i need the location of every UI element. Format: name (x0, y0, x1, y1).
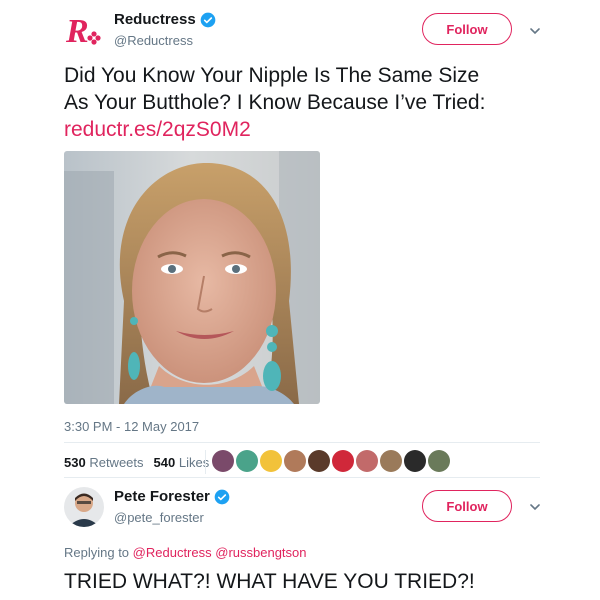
tweet-text-line2: As Your Butthole? I Know Because I’ve Tr… (64, 91, 486, 114)
liker-avatar[interactable] (332, 450, 354, 472)
divider (205, 450, 206, 474)
author-handle[interactable]: @Reductress (114, 33, 193, 48)
tweet-link[interactable]: reductr.es/2qzS0M2 (64, 116, 544, 143)
liker-avatar[interactable] (236, 450, 258, 472)
chevron-down-icon[interactable] (528, 24, 542, 38)
follow-button[interactable]: Follow (422, 490, 512, 522)
likers-avatars (212, 450, 450, 472)
replying-prefix: Replying to (64, 545, 130, 560)
retweets-count[interactable]: 530 (64, 455, 86, 470)
retweets-stat[interactable]: 530 Retweets (64, 455, 144, 470)
liker-avatar[interactable] (356, 450, 378, 472)
divider (64, 477, 540, 478)
liker-avatar[interactable] (404, 450, 426, 472)
reductress-logo[interactable]: R (64, 10, 104, 50)
likes-count[interactable]: 540 (154, 455, 176, 470)
verified-icon (214, 489, 230, 504)
mention-link[interactable]: @russbengtson (215, 545, 306, 560)
author-name[interactable]: Reductress (114, 11, 216, 28)
liker-avatar[interactable] (212, 450, 234, 472)
verified-icon (200, 12, 216, 27)
follow-button[interactable]: Follow (422, 13, 512, 45)
liker-avatar[interactable] (284, 450, 306, 472)
liker-avatar[interactable] (308, 450, 330, 472)
reply-author-handle[interactable]: @pete_forester (114, 510, 204, 525)
tweet-photo[interactable] (64, 151, 320, 404)
liker-avatar[interactable] (380, 450, 402, 472)
tweet-timestamp[interactable]: 3:30 PM - 12 May 2017 (64, 419, 199, 434)
tweet-text-line1: Did You Know Your Nipple Is The Same Siz… (64, 64, 480, 87)
author-name-text[interactable]: Reductress (114, 11, 196, 28)
svg-text:R: R (65, 13, 89, 50)
reply-text: TRIED WHAT?! WHAT HAVE YOU TRIED?! (64, 570, 475, 593)
likes-stat[interactable]: 540 Likes (154, 455, 210, 470)
liker-avatar[interactable] (428, 450, 450, 472)
tweet-text: Did You Know Your Nipple Is The Same Siz… (64, 62, 544, 143)
chevron-down-icon[interactable] (528, 500, 542, 514)
liker-avatar[interactable] (260, 450, 282, 472)
reply-author-name-text[interactable]: Pete Forester (114, 488, 210, 505)
retweets-label[interactable]: Retweets (89, 455, 143, 470)
mention-link[interactable]: @Reductress (133, 545, 212, 560)
tweet-stats: 530 Retweets 540 Likes (64, 455, 209, 470)
replying-to: Replying to @Reductress @russbengtson (64, 545, 307, 560)
avatar[interactable] (64, 487, 104, 527)
reply-author-name[interactable]: Pete Forester (114, 488, 230, 505)
divider (64, 442, 540, 443)
